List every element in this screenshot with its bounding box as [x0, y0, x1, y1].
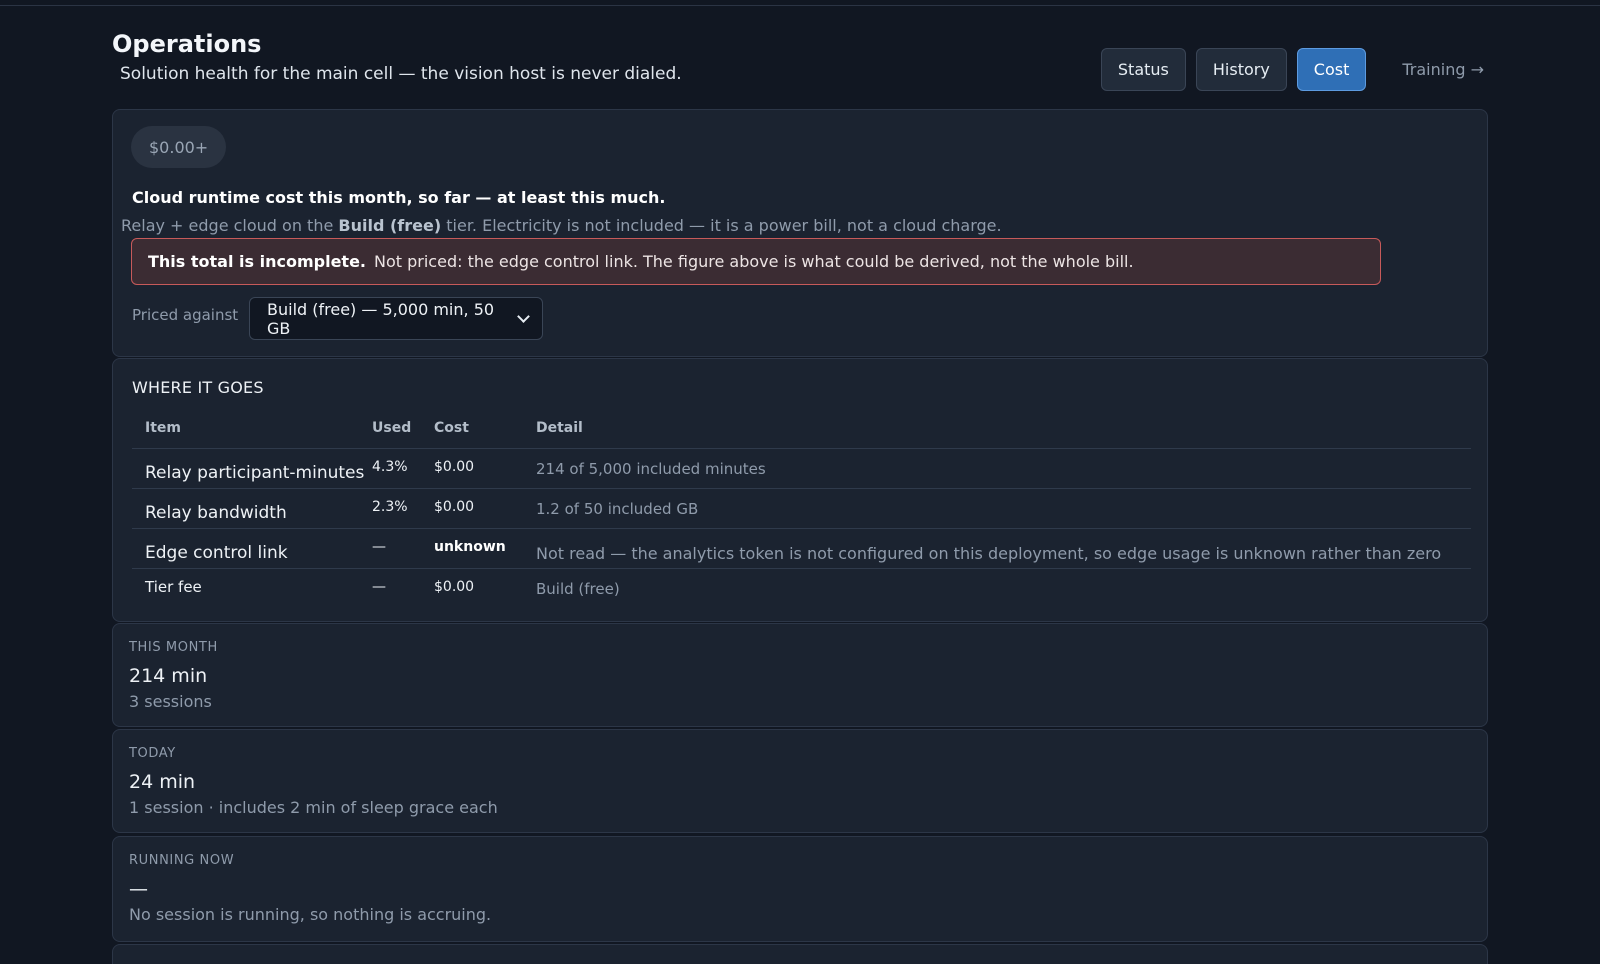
row-detail: 1.2 of 50 included GB [536, 500, 699, 518]
row-detail: Not read — the analytics token is not co… [536, 544, 1442, 563]
next-card [112, 944, 1488, 964]
stat-label: THIS MONTH [129, 640, 218, 655]
warning-text: Not priced: the edge control link. The f… [374, 252, 1134, 271]
row-cost: $0.00 [434, 499, 475, 515]
row-used: 4.3% [372, 459, 408, 475]
where-it-goes-card: WHERE IT GOES Item Used Cost Detail Rela… [112, 358, 1488, 622]
row-item: Tier fee [145, 578, 202, 596]
stat-subtext: No session is running, so nothing is acc… [129, 905, 492, 924]
priced-against-label: Priced against [132, 306, 239, 324]
tab-history[interactable]: History [1195, 48, 1287, 91]
cost-heading: Cloud runtime cost this month, so far — … [132, 188, 666, 207]
cost-description: Relay + edge cloud on the Build (free) t… [121, 216, 1002, 235]
table-header: Item Used Cost Detail [132, 411, 1471, 449]
row-item: Relay participant-minutes [145, 463, 365, 483]
view-tabs: Status History Cost Training → [1100, 48, 1488, 91]
column-header-used: Used [372, 420, 412, 436]
row-cost: $0.00 [434, 459, 475, 475]
column-header-item: Item [145, 420, 181, 436]
incomplete-total-warning: This total is incomplete. Not priced: th… [131, 238, 1381, 285]
tab-cost[interactable]: Cost [1296, 48, 1367, 91]
tier-select[interactable]: Build (free) — 5,000 min, 50 GB [249, 297, 543, 340]
stat-value: — [129, 878, 148, 900]
cost-breakdown-table: Item Used Cost Detail Relay participant-… [132, 411, 1471, 609]
row-item: Edge control link [145, 543, 288, 563]
row-cost: unknown [434, 539, 506, 555]
stat-value: 24 min [129, 771, 196, 793]
row-item: Relay bandwidth [145, 503, 287, 523]
cost-desc-prefix: Relay + edge cloud on the [121, 216, 339, 235]
stat-subtext: 1 session · includes 2 min of sleep grac… [129, 798, 498, 817]
column-header-detail: Detail [536, 420, 583, 436]
cost-total-badge: $0.00+ [131, 126, 227, 168]
tier-select-value: Build (free) — 5,000 min, 50 GB [267, 299, 495, 338]
cost-summary-card: $0.00+ Cloud runtime cost this month, so… [112, 109, 1488, 357]
row-used: — [372, 579, 386, 595]
tab-status[interactable]: Status [1100, 48, 1186, 91]
stat-card-running-now: RUNNING NOW — No session is running, so … [112, 836, 1488, 942]
table-row: Relay bandwidth 2.3% $0.00 1.2 of 50 inc… [132, 489, 1471, 529]
table-row: Edge control link — unknown Not read — t… [132, 529, 1471, 569]
row-detail: 214 of 5,000 included minutes [536, 460, 766, 478]
table-row: Relay participant-minutes 4.3% $0.00 214… [132, 449, 1471, 489]
column-header-cost: Cost [434, 420, 469, 436]
page-title: Operations [112, 30, 262, 58]
top-divider [0, 0, 1600, 6]
stat-value: 214 min [129, 665, 208, 687]
stat-label: RUNNING NOW [129, 853, 235, 868]
table-row: Tier fee — $0.00 Build (free) [132, 569, 1471, 609]
stat-card-this-month: THIS MONTH 214 min 3 sessions [112, 623, 1488, 727]
warning-title: This total is incomplete. [148, 252, 366, 271]
chevron-down-icon [517, 309, 530, 323]
where-title: WHERE IT GOES [132, 378, 264, 397]
row-cost: $0.00 [434, 579, 475, 595]
row-used: — [372, 539, 386, 555]
stat-card-today: TODAY 24 min 1 session · includes 2 min … [112, 729, 1488, 833]
row-detail: Build (free) [536, 580, 620, 598]
cost-desc-suffix: tier. Electricity is not included — it i… [441, 216, 1002, 235]
stat-subtext: 3 sessions [129, 692, 212, 711]
training-link[interactable]: Training → [1402, 60, 1484, 79]
stat-label: TODAY [129, 746, 176, 761]
cost-desc-tier: Build (free) [338, 216, 442, 235]
row-used: 2.3% [372, 499, 408, 515]
page-subtitle: Solution health for the main cell — the … [120, 64, 682, 84]
